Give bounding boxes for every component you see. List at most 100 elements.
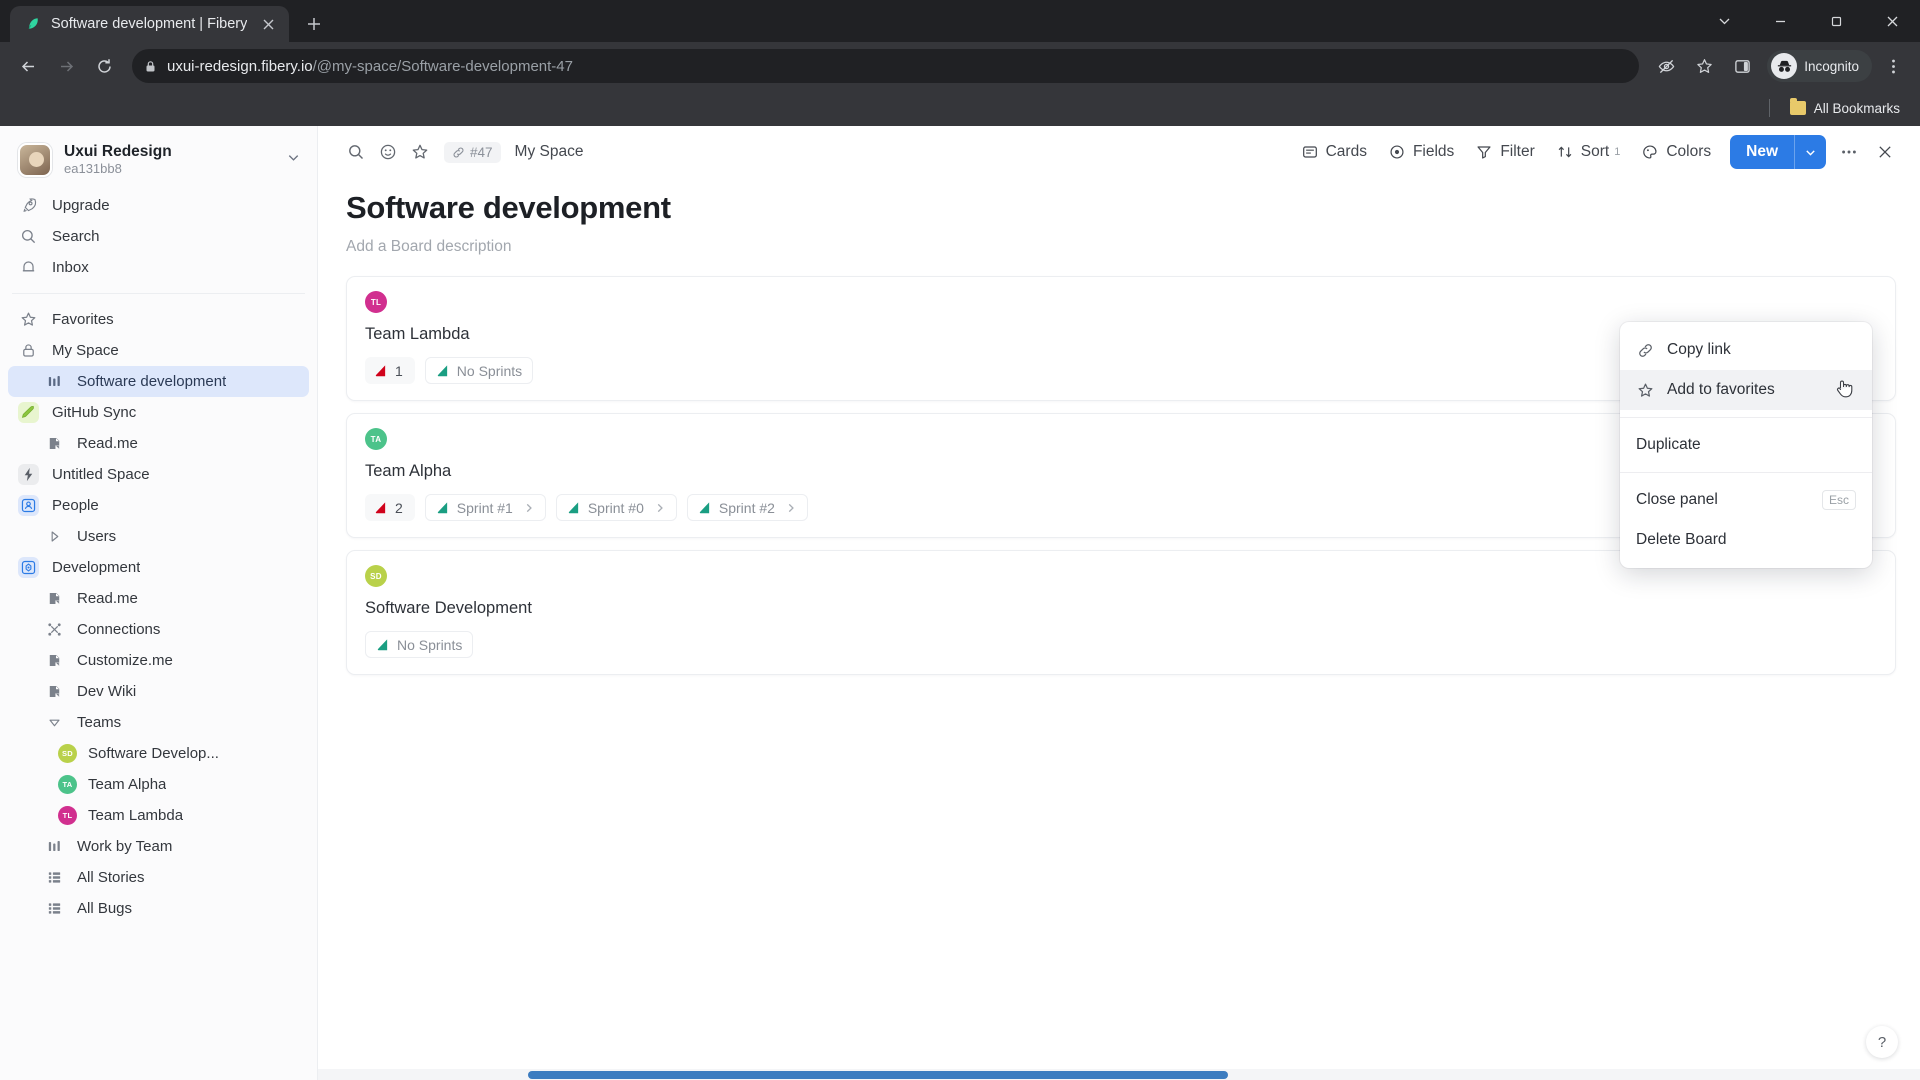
menu-item-label: Duplicate xyxy=(1636,436,1701,453)
sidebar-item-inbox[interactable]: Inbox xyxy=(8,252,309,283)
scrollbar-thumb[interactable] xyxy=(528,1071,1228,1079)
sidebar-item-users[interactable]: Users xyxy=(8,521,309,552)
sidebar-item-software-development[interactable]: Software development xyxy=(8,366,309,398)
link-icon xyxy=(1636,341,1654,359)
sidebar-item-label: Software development xyxy=(77,373,227,391)
menu-item-close-panel[interactable]: Close panel Esc xyxy=(1620,480,1872,520)
board-card[interactable]: SD Software Development No Sprints xyxy=(346,550,1896,675)
sidebar-item-untitled-space[interactable]: Untitled Space xyxy=(8,459,309,490)
back-button[interactable] xyxy=(10,48,46,84)
tab-search-icon[interactable] xyxy=(1696,0,1752,42)
id-badge[interactable]: #47 xyxy=(444,141,501,163)
chrome-menu-icon[interactable] xyxy=(1876,49,1910,83)
all-bookmarks-button[interactable]: All Bookmarks xyxy=(1784,97,1906,120)
filter-button[interactable]: Filter xyxy=(1465,136,1545,168)
sidebar-item-all-stories[interactable]: All Stories xyxy=(8,862,309,893)
sort-button[interactable]: Sort 1 xyxy=(1546,136,1632,168)
sidebar-item-read-me[interactable]: Read.me xyxy=(8,583,309,614)
browser-window: Software development | Fibery uxui-redes… xyxy=(0,0,1920,1080)
sidebar-tree: Favorites My Space Software development Git… xyxy=(0,302,317,926)
sidebar-item-label: Development xyxy=(52,559,141,577)
star-icon[interactable] xyxy=(404,136,436,168)
fields-button[interactable]: Fields xyxy=(1378,136,1465,168)
sidebar-item-teams[interactable]: Teams xyxy=(8,707,309,738)
chevron-right-icon[interactable] xyxy=(654,502,666,514)
sidebar-item-team-alpha[interactable]: TA Team Alpha xyxy=(8,769,309,800)
rocket-icon xyxy=(18,195,39,216)
id-badge-label: #47 xyxy=(470,144,493,160)
sidebar-item-github-sync[interactable]: GitHub Sync xyxy=(8,397,309,428)
horizontal-scrollbar[interactable] xyxy=(318,1069,1920,1080)
sidebar-item-team-lambda[interactable]: TL Team Lambda xyxy=(8,800,309,831)
sidebar-item-label: Team Alpha xyxy=(88,776,167,794)
tab-close-icon[interactable] xyxy=(257,13,279,35)
colors-button[interactable]: Colors xyxy=(1631,136,1722,168)
sidebar-item-all-bugs[interactable]: All Bugs xyxy=(8,893,309,924)
workspace-switcher[interactable]: Uxui Redesign ea131bb8 xyxy=(0,134,317,188)
sidebar-item-work-by-team[interactable]: Work by Team xyxy=(8,831,309,862)
browser-toolbar: uxui-redesign.fibery.io/@my-space/Softwa… xyxy=(0,42,1920,90)
page-title[interactable]: Software development xyxy=(346,190,1898,226)
sidebar-item-customize-me[interactable]: Customize.me xyxy=(8,645,309,676)
sort-count: 1 xyxy=(1614,146,1621,158)
panel-toolbar: #47 My Space Cards Fields Filter Sort 1 … xyxy=(318,126,1920,178)
sidebar-item-development[interactable]: Development xyxy=(8,552,309,583)
connections-icon xyxy=(44,619,65,640)
sidebar-item-read-me[interactable]: Read.me xyxy=(8,428,309,459)
colors-label: Colors xyxy=(1666,143,1712,160)
sprint-chip[interactable]: Sprint #0 xyxy=(555,494,677,521)
new-tab-button[interactable] xyxy=(299,9,329,39)
sidebar-item-favorites[interactable]: Favorites xyxy=(8,304,309,335)
sprint-count-chip[interactable]: 2 xyxy=(365,494,415,521)
sidebar-item-software-develop[interactable]: SD Software Develop... xyxy=(8,738,309,769)
sidebar-item-my-space[interactable]: My Space xyxy=(8,335,309,366)
menu-item-add-to-favorites[interactable]: Add to favorites xyxy=(1620,370,1872,410)
sidebar-item-label: Read.me xyxy=(77,435,138,453)
menu-item-duplicate[interactable]: Duplicate xyxy=(1620,425,1872,465)
sprint-chip[interactable]: No Sprints xyxy=(365,631,474,658)
incognito-profile-button[interactable]: Incognito xyxy=(1767,50,1872,82)
breadcrumb[interactable]: My Space xyxy=(515,143,584,161)
lock-icon xyxy=(18,340,39,361)
side-panel-icon[interactable] xyxy=(1725,49,1759,83)
bookmark-star-icon[interactable] xyxy=(1687,49,1721,83)
chevron-down-icon[interactable] xyxy=(286,150,301,170)
menu-item-delete-board[interactable]: Delete Board xyxy=(1620,520,1872,560)
cards-button[interactable]: Cards xyxy=(1291,136,1378,168)
sidebar-item-dev-wiki[interactable]: Dev Wiki xyxy=(8,676,309,707)
sidebar-item-connections[interactable]: Connections xyxy=(8,614,309,645)
chip-label: No Sprints xyxy=(397,636,463,653)
board-description-placeholder[interactable]: Add a Board description xyxy=(346,238,1898,256)
menu-item-label: Close panel xyxy=(1636,491,1718,508)
sidebar-item-search[interactable]: Search xyxy=(8,221,309,252)
help-button[interactable]: ? xyxy=(1866,1026,1898,1058)
sidebar-item-people[interactable]: People xyxy=(8,490,309,521)
maximize-icon[interactable] xyxy=(1808,0,1864,42)
toolbar-icons: Incognito xyxy=(1649,49,1910,83)
search-icon[interactable] xyxy=(340,136,372,168)
sidebar-item-upgrade[interactable]: Upgrade xyxy=(8,190,309,221)
card-avatar: TL xyxy=(365,291,387,313)
more-options-icon[interactable] xyxy=(1832,135,1866,169)
new-button[interactable]: New xyxy=(1730,135,1794,169)
minimize-icon[interactable] xyxy=(1752,0,1808,42)
team-avatar: TA xyxy=(58,775,77,795)
bell-icon xyxy=(18,257,39,278)
reload-button[interactable] xyxy=(86,48,122,84)
chevron-right-icon[interactable] xyxy=(785,502,797,514)
url-path: /@my-space/Software-development-47 xyxy=(312,57,573,75)
smiley-icon[interactable] xyxy=(372,136,404,168)
new-dropdown-icon[interactable] xyxy=(1794,135,1826,169)
address-bar[interactable]: uxui-redesign.fibery.io/@my-space/Softwa… xyxy=(132,49,1640,83)
sprint-chip[interactable]: Sprint #2 xyxy=(686,494,808,521)
menu-item-copy-link[interactable]: Copy link xyxy=(1620,330,1872,370)
forward-button[interactable] xyxy=(48,48,84,84)
third-party-cookie-icon[interactable] xyxy=(1649,49,1683,83)
sprint-chip[interactable]: Sprint #1 xyxy=(424,494,546,521)
browser-tab[interactable]: Software development | Fibery xyxy=(10,6,290,42)
sprint-count-chip[interactable]: 1 xyxy=(365,357,415,384)
close-panel-icon[interactable] xyxy=(1868,135,1902,169)
chevron-right-icon[interactable] xyxy=(523,502,535,514)
sprint-chip[interactable]: No Sprints xyxy=(424,357,534,384)
close-window-icon[interactable] xyxy=(1864,0,1920,42)
